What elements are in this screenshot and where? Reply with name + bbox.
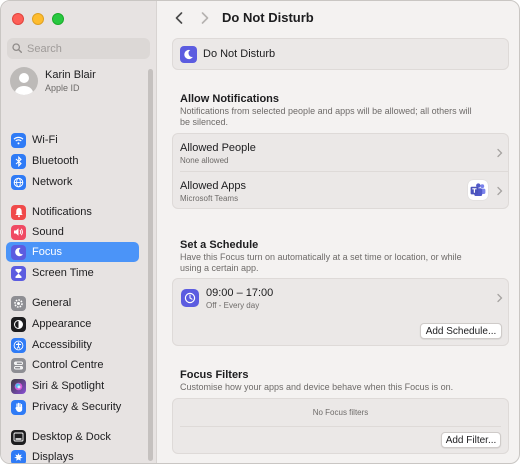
sidebar-search[interactable] xyxy=(7,38,150,59)
control-centre-icon xyxy=(11,357,26,373)
hand-icon xyxy=(11,399,26,415)
schedule-card: 09:00 – 17:00 Off - Every day Add Schedu… xyxy=(172,278,509,346)
moon-icon xyxy=(11,244,26,260)
clock-icon xyxy=(181,289,199,307)
chevron-right-icon xyxy=(497,186,503,196)
sidebar-item-appearance[interactable]: Appearance xyxy=(6,314,139,334)
dock-icon xyxy=(11,429,26,445)
sidebar-item-label: Appearance xyxy=(32,318,92,330)
divider xyxy=(180,426,501,427)
globe-icon xyxy=(11,174,26,190)
moon-icon xyxy=(180,46,197,63)
allowed-apps-subtitle: Microsoft Teams xyxy=(180,194,239,203)
display-icon xyxy=(11,449,26,463)
sidebar-item-label: Siri & Spotlight xyxy=(32,380,105,392)
sidebar: Karin Blair Apple ID Wi-Fi Bluetooth Net… xyxy=(1,1,157,463)
sidebar-item-network[interactable]: Network xyxy=(6,172,139,192)
settings-window: Karin Blair Apple ID Wi-Fi Bluetooth Net… xyxy=(0,0,520,464)
sidebar-item-bluetooth[interactable]: Bluetooth xyxy=(6,151,139,171)
sidebar-item-label: Privacy & Security xyxy=(32,401,122,413)
allow-notifications-title: Allow Notifications xyxy=(180,93,279,105)
siri-icon xyxy=(11,378,26,394)
sidebar-scrollbar[interactable] xyxy=(148,69,153,461)
toolbar: Do Not Disturb xyxy=(158,1,519,35)
sidebar-item-privacy-security[interactable]: Privacy & Security xyxy=(6,397,139,417)
allow-notifications-description: Notifications from selected people and a… xyxy=(180,106,472,127)
profile-name: Karin Blair xyxy=(45,69,96,81)
schedule-time: 09:00 – 17:00 xyxy=(206,287,274,299)
add-filter-button[interactable]: Add Filter... xyxy=(441,432,501,448)
sidebar-item-label: Network xyxy=(32,176,73,188)
apple-id-profile[interactable]: Karin Blair Apple ID xyxy=(10,67,96,95)
add-schedule-button[interactable]: Add Schedule... xyxy=(420,323,502,339)
sidebar-item-label: Screen Time xyxy=(32,267,94,279)
focus-filters-description: Customise how your apps and device behav… xyxy=(180,382,454,392)
focus-filters-card: No Focus filters Add Filter... xyxy=(172,398,509,454)
chevron-right-icon xyxy=(497,148,503,158)
allowed-apps-row[interactable]: Allowed Apps Microsoft Teams xyxy=(173,172,508,209)
chevron-right-icon xyxy=(201,12,209,24)
sidebar-item-notifications[interactable]: Notifications xyxy=(6,202,139,222)
allowed-people-title: Allowed People xyxy=(180,142,256,154)
sidebar-item-screen-time[interactable]: Screen Time xyxy=(6,263,139,283)
sidebar-item-accessibility[interactable]: Accessibility xyxy=(6,335,139,355)
sidebar-item-label: Desktop & Dock xyxy=(32,431,111,443)
search-input[interactable] xyxy=(27,42,137,55)
sidebar-item-desktop-dock[interactable]: Desktop & Dock xyxy=(6,427,139,447)
avatar xyxy=(10,67,38,95)
zoom-window-button[interactable] xyxy=(52,13,64,25)
back-button[interactable] xyxy=(171,10,187,26)
sidebar-item-label: Control Centre xyxy=(32,359,104,371)
sidebar-item-displays[interactable]: Displays xyxy=(6,447,139,463)
schedule-title: Set a Schedule xyxy=(180,239,259,251)
sidebar-item-sound[interactable]: Sound xyxy=(6,222,139,242)
focus-filters-title: Focus Filters xyxy=(180,369,249,381)
sidebar-item-label: Accessibility xyxy=(32,339,92,351)
sidebar-item-label: Wi-Fi xyxy=(32,134,58,146)
allowed-apps-title: Allowed Apps xyxy=(180,180,247,192)
speaker-icon xyxy=(11,224,26,240)
chevron-right-icon xyxy=(497,293,503,303)
forward-button[interactable] xyxy=(197,10,213,26)
close-window-button[interactable] xyxy=(12,13,24,25)
hourglass-icon xyxy=(11,265,26,281)
window-controls xyxy=(12,13,64,25)
minimize-window-button[interactable] xyxy=(32,13,44,25)
sidebar-item-label: Bluetooth xyxy=(32,155,79,167)
bluetooth-icon xyxy=(11,153,26,169)
gear-icon xyxy=(11,295,26,311)
sidebar-item-label: Notifications xyxy=(32,206,92,218)
sidebar-item-general[interactable]: General xyxy=(6,293,139,313)
allowed-people-subtitle: None allowed xyxy=(180,156,229,165)
allowed-people-row[interactable]: Allowed People None allowed xyxy=(173,134,508,171)
sidebar-item-label: Focus xyxy=(32,246,62,258)
sidebar-item-label: General xyxy=(32,297,72,309)
sidebar-item-siri-spotlight[interactable]: Siri & Spotlight xyxy=(6,376,139,396)
bell-icon xyxy=(11,204,26,220)
schedule-description: Have this Focus turn on automatically at… xyxy=(180,252,462,273)
profile-subtitle: Apple ID xyxy=(45,83,80,93)
sidebar-item-control-centre[interactable]: Control Centre xyxy=(6,355,139,375)
sidebar-item-focus[interactable]: Focus xyxy=(6,242,139,262)
focus-name: Do Not Disturb xyxy=(203,48,276,60)
allow-notifications-card: Allowed People None allowed Allowed Apps… xyxy=(172,133,509,209)
wifi-icon xyxy=(11,132,26,148)
appearance-icon xyxy=(11,316,26,332)
page-title: Do Not Disturb xyxy=(222,10,314,25)
sidebar-item-label: Displays xyxy=(32,451,74,463)
sidebar-item-label: Sound xyxy=(32,226,64,238)
focus-header-card: Do Not Disturb xyxy=(172,38,509,70)
chevron-left-icon xyxy=(175,12,183,24)
sidebar-item-wifi[interactable]: Wi-Fi xyxy=(6,130,139,150)
schedule-item-row[interactable]: 09:00 – 17:00 Off - Every day xyxy=(173,279,508,317)
schedule-subtitle: Off - Every day xyxy=(206,301,260,310)
search-icon xyxy=(12,40,23,58)
accessibility-icon xyxy=(11,337,26,353)
no-filters-label: No Focus filters xyxy=(312,408,369,417)
teams-icon xyxy=(468,180,488,200)
